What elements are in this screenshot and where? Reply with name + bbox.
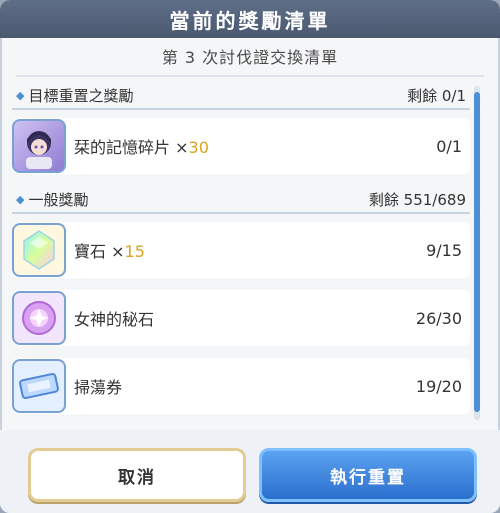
item-name: 女神的秘石 xyxy=(74,310,155,329)
item-count: 0/1 xyxy=(436,136,462,156)
character-portrait-icon xyxy=(12,119,66,173)
section-title: 一般獎勵 xyxy=(28,190,89,209)
item-name: 栞的記憶碎片 ×30 xyxy=(74,138,209,157)
list-item: 寶石 ×15 9/15 xyxy=(12,222,470,278)
list-item: 女神的秘石 26/30 xyxy=(12,290,470,346)
reward-list[interactable]: ◆ 目標重置之獎勵 剩餘 0/1 栞的記憶碎片 ×30 0/1 ◆ 一般獎勵 剩… xyxy=(12,82,470,427)
diamond-icon: ◆ xyxy=(16,88,25,102)
scrollbar-thumb[interactable] xyxy=(474,92,480,412)
section-remaining: 剩餘 551/689 xyxy=(368,190,466,209)
item-name: 寶石 ×15 xyxy=(74,242,145,261)
cancel-button[interactable]: 取消 xyxy=(28,448,246,502)
dialog-subtitle: 第 3 次討伐證交換清單 xyxy=(161,48,339,67)
section-header-general: ◆ 一般獎勵 剩餘 551/689 xyxy=(12,186,470,214)
dialog-title: 當前的獎勵清單 xyxy=(0,0,500,38)
section-title: 目標重置之獎勵 xyxy=(28,86,134,105)
reward-list-dialog: 當前的獎勵清單 第 3 次討伐證交換清單 ◆ 目標重置之獎勵 剩餘 0/1 栞的… xyxy=(0,0,500,513)
execute-reset-button[interactable]: 執行重置 xyxy=(259,448,477,502)
gem-icon xyxy=(12,223,66,277)
section-header-target: ◆ 目標重置之獎勵 剩餘 0/1 xyxy=(12,82,470,110)
divider xyxy=(16,75,484,77)
item-count: 26/30 xyxy=(415,308,462,328)
goddess-stone-icon xyxy=(12,291,66,345)
section-remaining: 剩餘 0/1 xyxy=(407,86,466,105)
diamond-icon: ◆ xyxy=(16,192,25,206)
item-count: 9/15 xyxy=(426,240,462,260)
item-count: 19/20 xyxy=(415,376,462,396)
ticket-icon xyxy=(12,359,66,413)
list-item: 栞的記憶碎片 ×30 0/1 xyxy=(12,118,470,174)
item-name: 掃蕩券 xyxy=(74,378,123,397)
list-item: 掃蕩券 19/20 xyxy=(12,358,470,414)
